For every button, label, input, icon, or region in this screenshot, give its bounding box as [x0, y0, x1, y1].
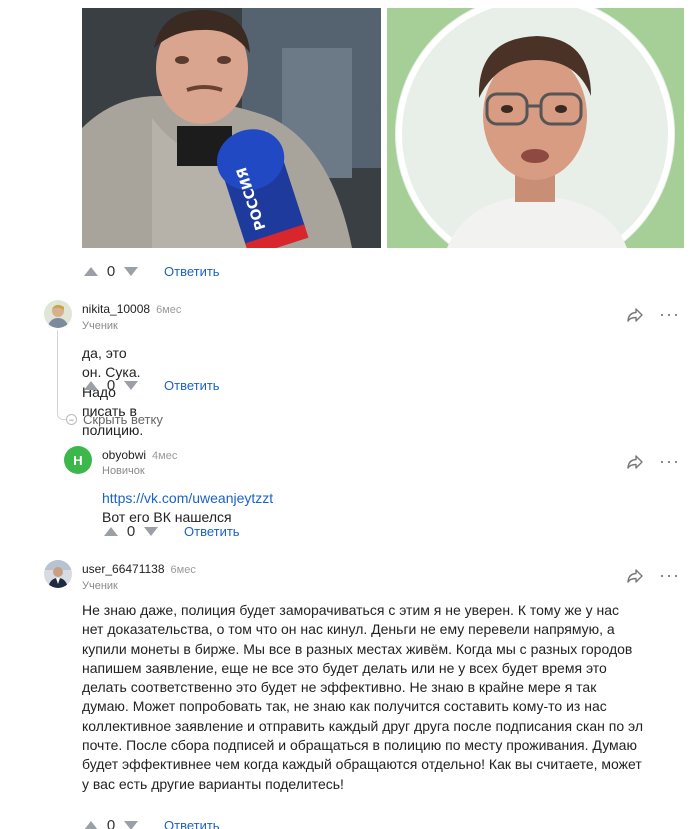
comment-line: почте. После сбора подписей и обращаться… — [82, 737, 637, 754]
post-images: РОССИЯ — [82, 8, 684, 248]
comment-line: купили монеты в бирже. Мы все в разных м… — [82, 640, 633, 657]
vote-count: 0 — [106, 262, 116, 280]
comment-vote-row: 0 Ответить — [104, 522, 240, 540]
reply-button[interactable]: Ответить — [164, 378, 220, 393]
avatar[interactable] — [44, 300, 72, 328]
collapse-thread-button[interactable]: − Скрыть ветку — [66, 412, 163, 427]
username-text[interactable]: user_66471138 — [82, 562, 165, 576]
comment-time: 6мес — [170, 564, 196, 576]
comment-time: 6мес — [156, 304, 182, 316]
share-icon[interactable] — [626, 568, 644, 584]
upvote-icon[interactable] — [84, 820, 98, 829]
avatar[interactable] — [44, 560, 72, 588]
vote-count: 0 — [106, 816, 116, 829]
minus-icon[interactable]: − — [66, 414, 77, 425]
downvote-icon[interactable] — [124, 380, 138, 390]
photo-right[interactable] — [387, 8, 684, 248]
upvote-icon[interactable] — [84, 266, 98, 276]
vote-count: 0 — [106, 376, 116, 394]
avatar[interactable]: Н — [64, 446, 92, 474]
vote-count: 0 — [126, 522, 136, 540]
comment-line: делать соответственно это будет не эффек… — [82, 679, 597, 696]
username[interactable]: user_66471138 6мес — [82, 562, 196, 576]
thread-line[interactable] — [57, 330, 67, 420]
downvote-icon[interactable] — [144, 526, 158, 536]
username[interactable]: nikita_10008 6мес — [82, 302, 181, 316]
upvote-icon[interactable] — [84, 380, 98, 390]
comment-line: коллективное заявление и отправить кажды… — [82, 717, 644, 734]
reply-button[interactable]: Ответить — [164, 818, 220, 829]
share-icon[interactable] — [626, 454, 644, 470]
comment-line: у вас есть другие варианты поделитесь! — [82, 775, 344, 792]
collapse-label[interactable]: Скрыть ветку — [83, 412, 163, 427]
more-options-icon[interactable]: ··· — [659, 452, 680, 470]
username-text[interactable]: nikita_10008 — [82, 302, 150, 316]
reply-button[interactable]: Ответить — [184, 524, 240, 539]
upvote-icon[interactable] — [104, 526, 118, 536]
more-options-icon[interactable]: ··· — [659, 305, 680, 323]
comment-line: напишем заявление, еще не все это будет … — [82, 659, 607, 676]
user-rank: Новичок — [102, 465, 145, 477]
reply-button[interactable]: Ответить — [164, 264, 220, 279]
avatar-letter: Н — [73, 452, 83, 468]
comment-line: думаю. Может попробовать так, не знаю ка… — [82, 698, 607, 715]
vk-profile-link[interactable]: https://vk.com/uweanjeytzzt — [102, 490, 273, 506]
photo-left[interactable]: РОССИЯ — [82, 8, 381, 248]
more-options-icon[interactable]: ··· — [659, 566, 680, 584]
username-text[interactable]: obyobwi — [102, 448, 146, 462]
downvote-icon[interactable] — [124, 820, 138, 829]
comment-line: нет доказательства, о том что он нас кин… — [82, 621, 615, 638]
comment-vote-row: 0 Ответить — [84, 816, 220, 829]
comment-line: Не знаю даже, полиция будет заморачивать… — [82, 602, 620, 618]
user-rank: Ученик — [82, 580, 118, 592]
share-icon[interactable] — [626, 307, 644, 323]
comment-text: Не знаю даже, полиция будет заморачивать… — [82, 601, 688, 794]
comment-line: будет эффективнее чем когда каждый обращ… — [82, 756, 642, 773]
comment-vote-row: 0 Ответить — [84, 376, 220, 394]
username[interactable]: obyobwi 4мес — [102, 448, 177, 462]
user-rank: Ученик — [82, 320, 118, 332]
downvote-icon[interactable] — [124, 266, 138, 276]
post-vote-row: 0 Ответить — [84, 262, 220, 280]
comment-time: 4мес — [152, 450, 178, 462]
